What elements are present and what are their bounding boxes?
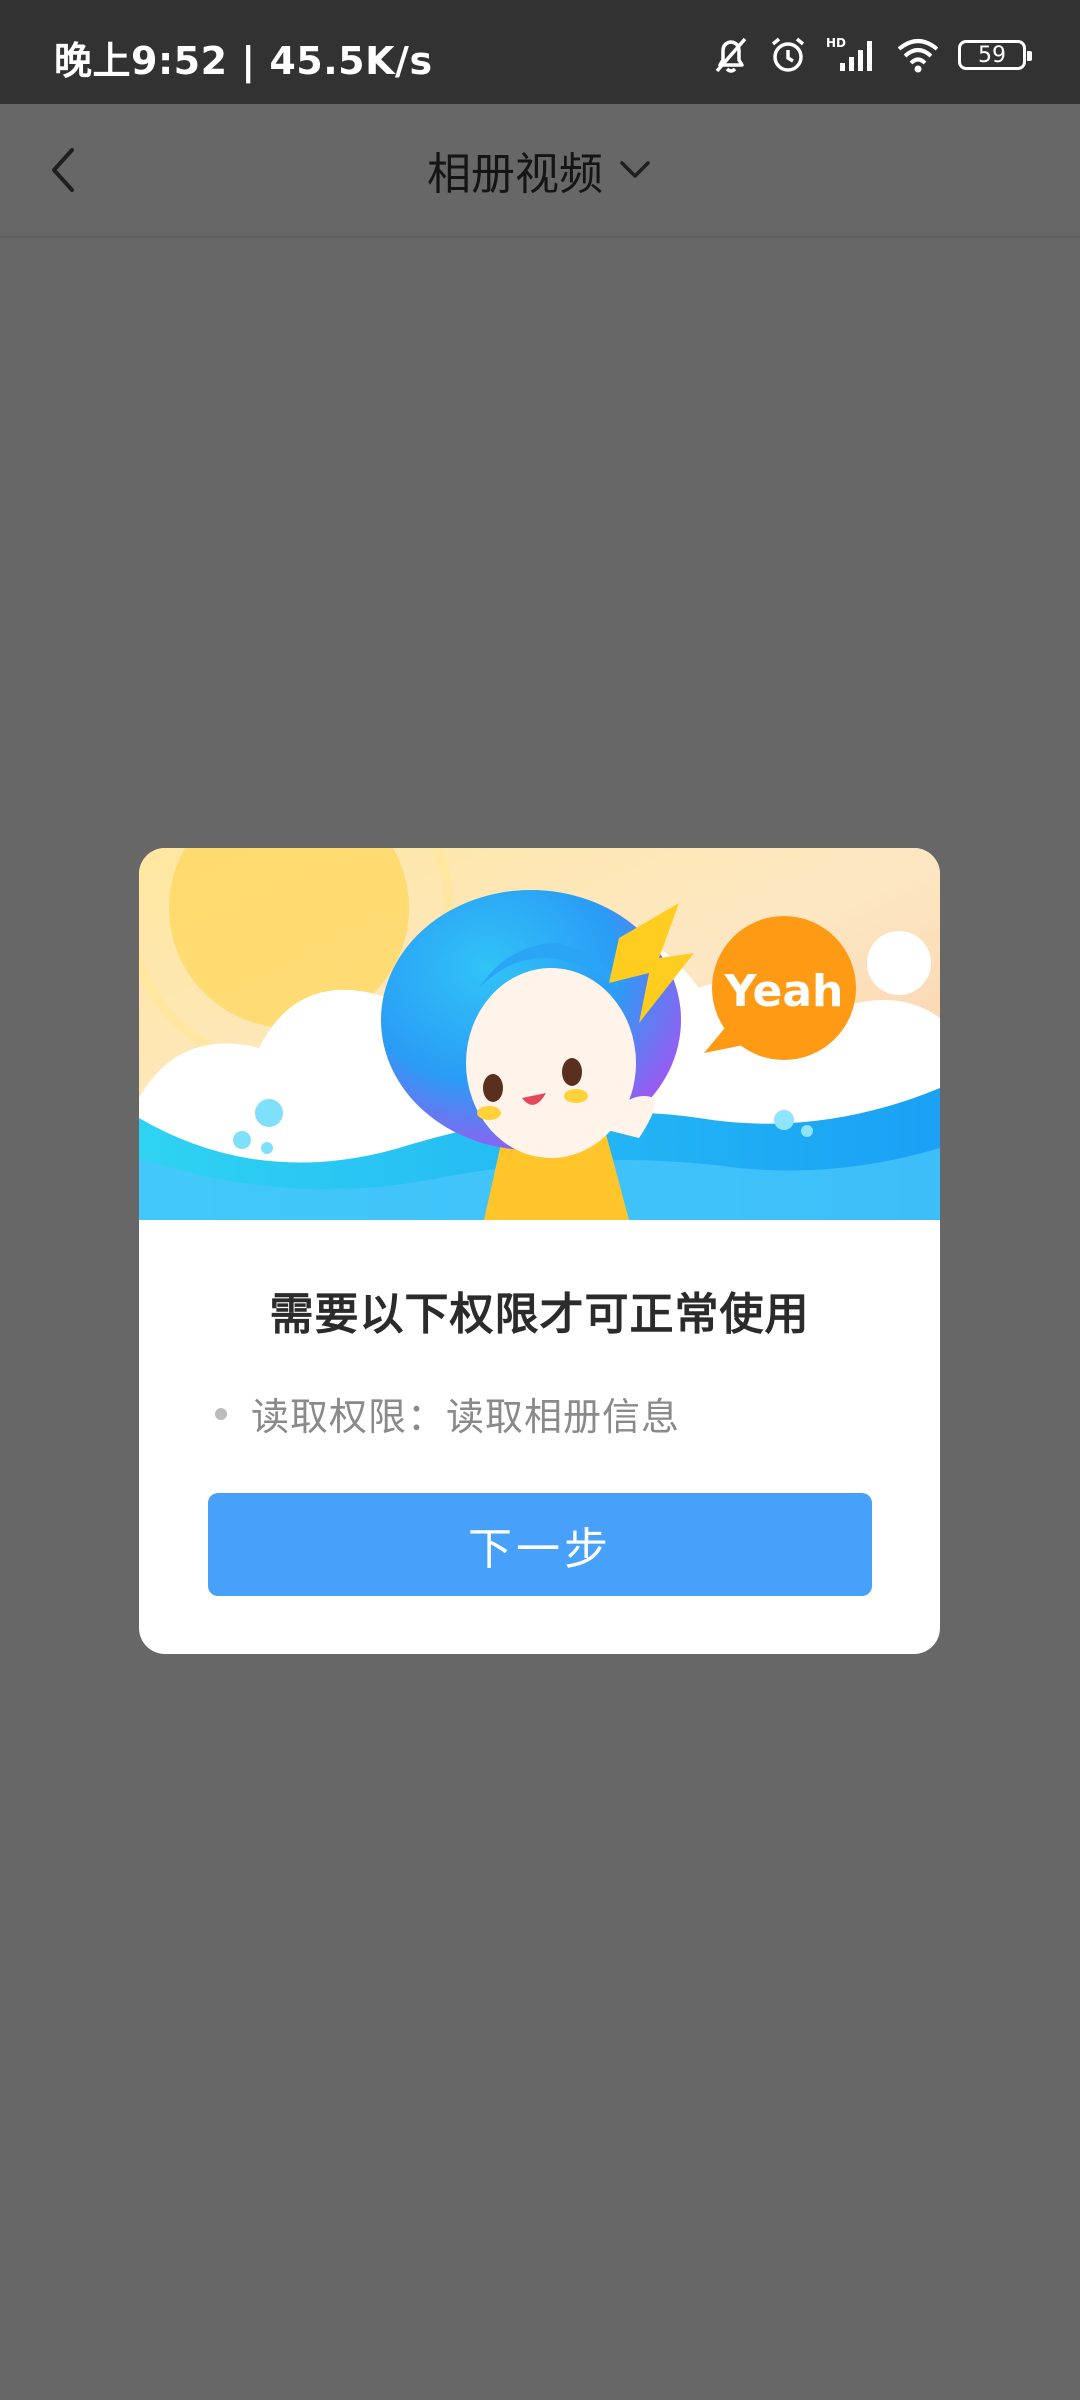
signal-hd-icon: HD: [826, 36, 872, 71]
svg-text:HD: HD: [826, 36, 846, 50]
dialog-title: 需要以下权限才可正常使用: [269, 1289, 810, 1340]
yeah-bubble-text: Yeah: [724, 966, 844, 1017]
alarm-icon: [771, 37, 805, 72]
mute-icon: [715, 37, 747, 73]
status-time-speed: 晚上9:52 | 45.5K/s: [54, 39, 433, 83]
bullet-icon: [215, 1407, 227, 1420]
permission-dialog: Yeah 需要以下权限才可正常使用 读取权限：读取相册信息 下一步: [139, 848, 940, 1654]
chevron-down-icon: [620, 161, 650, 178]
permission-item: 读取权限：读取相册信息: [215, 1386, 680, 1441]
status-bar: 晚上9:52 | 45.5K/s HD 59: [0, 0, 1080, 104]
status-icons: HD 59: [712, 30, 1032, 80]
album-selector[interactable]: 相册视频: [0, 104, 1080, 236]
battery-level: 59: [978, 42, 1006, 68]
wifi-icon: [897, 39, 939, 73]
banner-illustration: Yeah: [139, 848, 940, 1220]
header-bar: 相册视频: [0, 104, 1080, 238]
permission-text: 读取权限：读取相册信息: [251, 1395, 681, 1439]
page-title: 相册视频: [427, 149, 603, 200]
next-step-button[interactable]: 下一步: [208, 1493, 872, 1596]
battery-icon: 59: [958, 40, 1032, 70]
